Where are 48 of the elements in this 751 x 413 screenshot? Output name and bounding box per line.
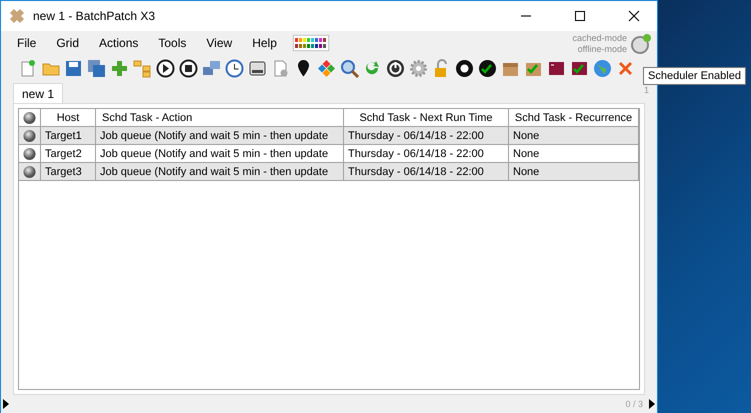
table-cell: Job queue (Notify and wait 5 min - then update (96, 163, 344, 180)
window-title: new 1 - BatchPatch X3 (33, 9, 156, 23)
row-count: 0 / 3 (625, 399, 643, 409)
diamond-icon[interactable] (316, 58, 336, 78)
computers-icon[interactable] (201, 58, 221, 78)
close-icon (628, 10, 640, 22)
table-cell: Thursday - 06/14/18 - 22:00 (344, 127, 509, 144)
menu-item[interactable]: File (7, 36, 46, 50)
document-tab[interactable]: new 1 (13, 83, 64, 103)
stop-icon[interactable] (178, 58, 198, 78)
clock-icon[interactable] (224, 58, 244, 78)
expand-arrow-icon[interactable] (3, 399, 9, 409)
add-icon[interactable] (109, 58, 129, 78)
status-ball-icon (23, 110, 36, 124)
table-cell: Job queue (Notify and wait 5 min - then update (96, 127, 344, 144)
wheel-icon[interactable] (454, 58, 474, 78)
tooltip: Scheduler Enabled (643, 67, 746, 85)
table-cell: Target3 (41, 163, 96, 180)
table-cell: Thursday - 06/14/18 - 22:00 (344, 163, 509, 180)
mode-label: offline-mode (578, 44, 627, 55)
menu-item[interactable]: Tools (148, 36, 196, 50)
menu-item[interactable]: Help (242, 36, 287, 50)
status-ball-icon (23, 128, 36, 142)
save-icon[interactable] (63, 58, 83, 78)
save-all-icon[interactable] (86, 58, 106, 78)
status-ball-icon (23, 164, 36, 178)
status-ball-icon (23, 146, 36, 160)
color-palette-icon[interactable] (292, 35, 329, 51)
wheel-check-icon[interactable] (477, 58, 497, 78)
power-icon[interactable] (385, 58, 405, 78)
menu-item[interactable]: View (196, 36, 242, 50)
table-cell: None (509, 127, 639, 144)
menu-item[interactable]: Grid (46, 36, 90, 50)
magnifier-icon[interactable] (339, 58, 359, 78)
menu-item[interactable]: Actions (89, 36, 148, 50)
mode-label: cached-mode (572, 33, 627, 44)
table-cell: Thursday - 06/14/18 - 22:00 (344, 145, 509, 162)
scheduler-button[interactable] (630, 33, 652, 55)
table-cell: Target2 (41, 145, 96, 162)
app-logo-icon (9, 8, 25, 24)
table-cell: Target1 (41, 127, 96, 144)
maximize-icon (574, 10, 586, 22)
table-cell: Job queue (Notify and wait 5 min - then update (96, 145, 344, 162)
expand-arrow-icon[interactable] (649, 399, 655, 409)
table-cell: None (509, 163, 639, 180)
tab-count: 1 (644, 85, 649, 95)
play-icon[interactable] (155, 58, 175, 78)
table-cell: None (509, 145, 639, 162)
